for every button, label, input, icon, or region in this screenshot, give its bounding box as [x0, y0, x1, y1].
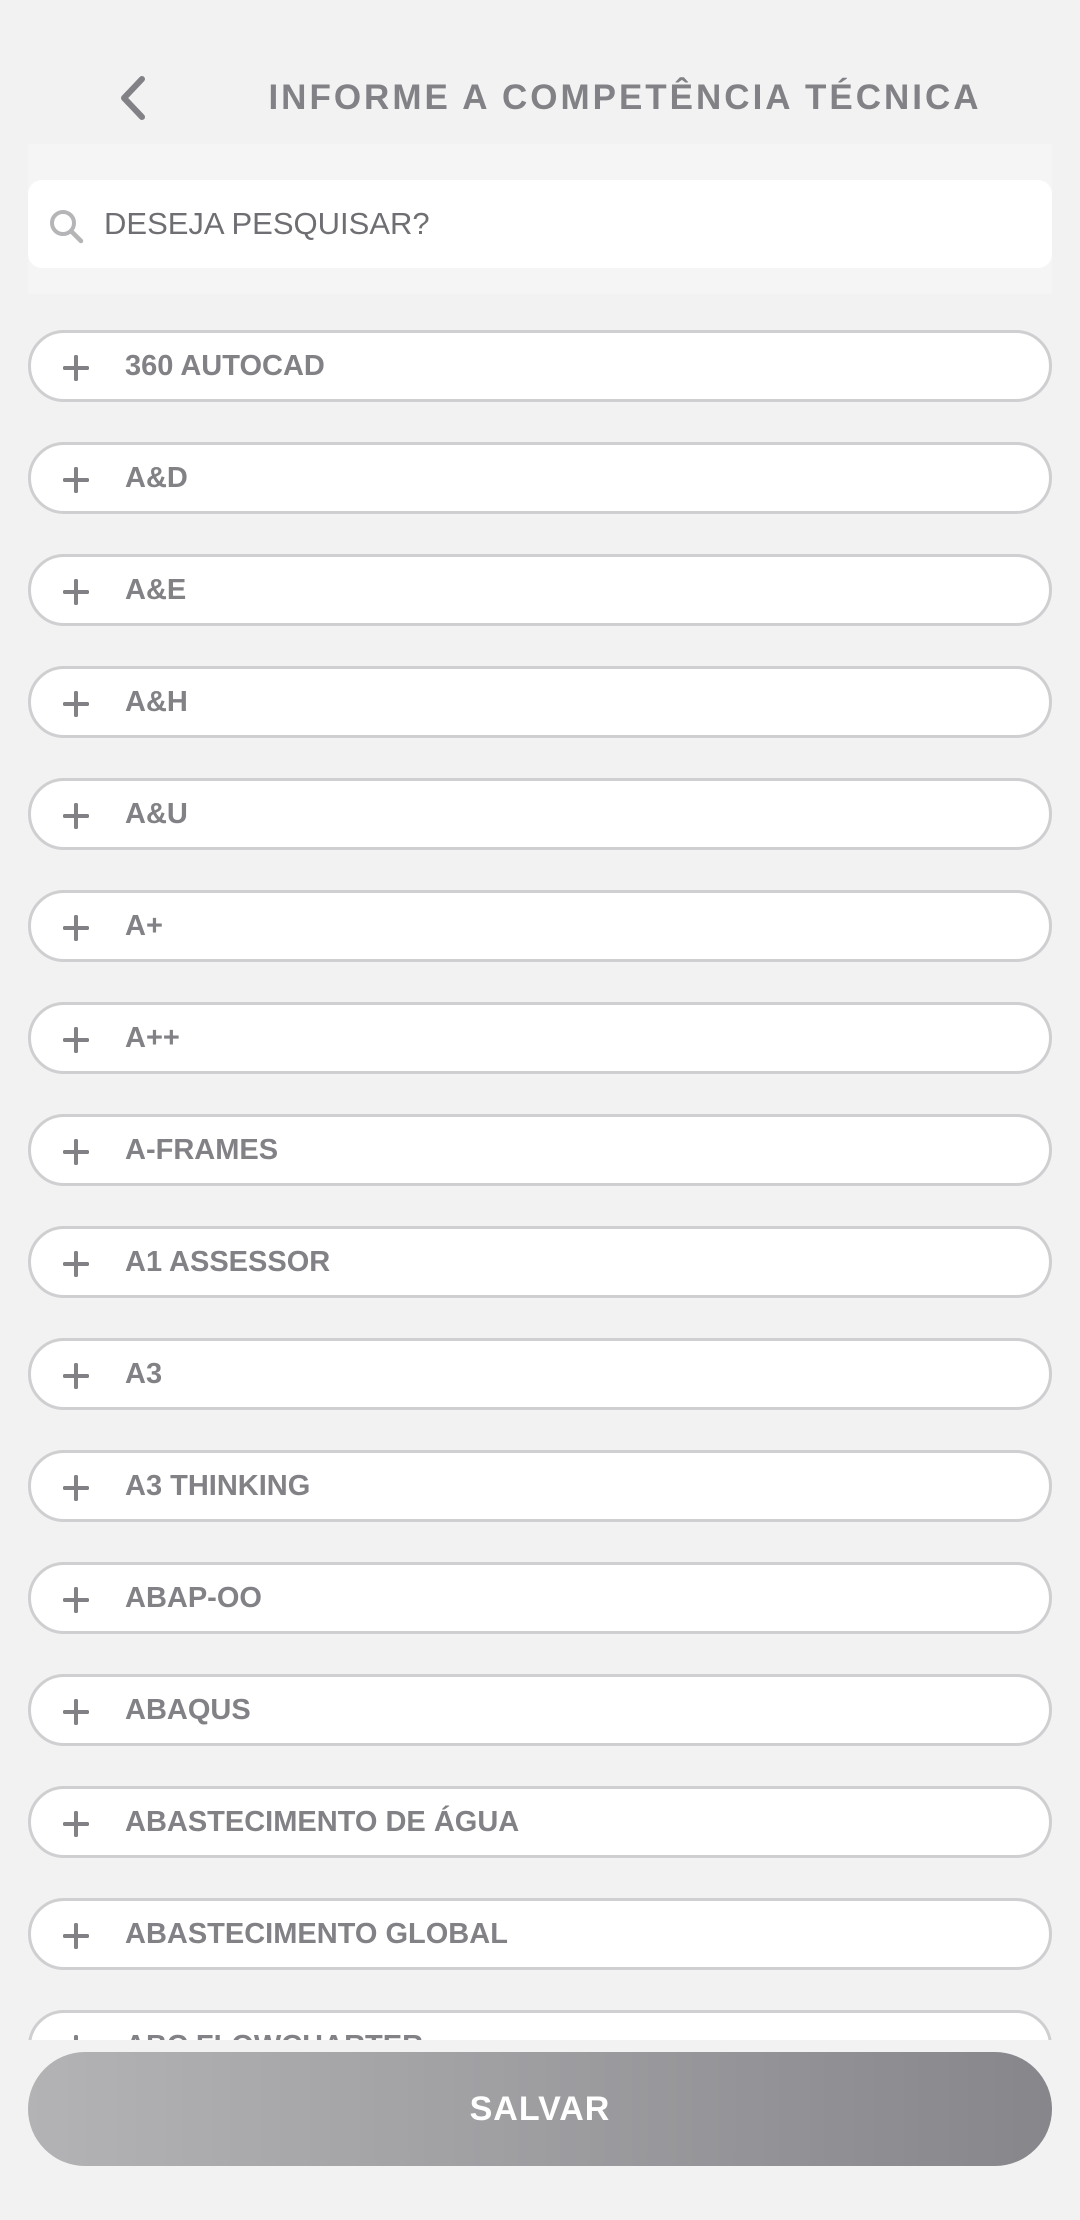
competency-list[interactable]: 360 AUTOCAD A&D A&E A&H A&U A+ A++ A-FRAMES A1 A… [28, 330, 1052, 2050]
screen: INFORME A COMPETÊNCIA TÉCNICA 360 AUTOCA… [0, 0, 1080, 2220]
save-button[interactable]: SALVAR [28, 2052, 1052, 2166]
list-item-label: ABASTECIMENTO DE ÁGUA [125, 1806, 520, 1838]
plus-icon [63, 1699, 89, 1725]
list-item-label: A3 [125, 1358, 163, 1390]
list-item[interactable]: A+ [28, 890, 1052, 962]
search-bar [28, 144, 1052, 294]
list-item-label: ABAQUS [125, 1694, 251, 1726]
plus-icon [63, 579, 89, 605]
search-icon [50, 210, 84, 244]
plus-icon [63, 691, 89, 717]
save-button-label: SALVAR [469, 2089, 611, 2128]
list-item[interactable]: 360 AUTOCAD [28, 330, 1052, 402]
list-item[interactable]: ABASTECIMENTO DE ÁGUA [28, 1786, 1052, 1858]
list-item-label: A3 THINKING [125, 1470, 311, 1502]
plus-icon [63, 1251, 89, 1277]
plus-icon [63, 1027, 89, 1053]
plus-icon [63, 1587, 89, 1613]
list-item[interactable]: ABAP-OO [28, 1562, 1052, 1634]
plus-icon [63, 915, 89, 941]
list-item[interactable]: ABAQUS [28, 1674, 1052, 1746]
list-item-label: A++ [125, 1022, 180, 1054]
list-item[interactable]: A&D [28, 442, 1052, 514]
list-item-label: A&U [125, 798, 188, 830]
list-item[interactable]: A&E [28, 554, 1052, 626]
list-item-label: A&E [125, 574, 187, 606]
back-button[interactable] [108, 70, 158, 126]
list-item-label: A-FRAMES [125, 1134, 279, 1166]
plus-icon [63, 1923, 89, 1949]
list-item-label: A&D [125, 462, 188, 494]
plus-icon [63, 1139, 89, 1165]
plus-icon [63, 1475, 89, 1501]
chevron-left-icon [121, 76, 145, 120]
list-item[interactable]: A&H [28, 666, 1052, 738]
list-item[interactable]: A++ [28, 1002, 1052, 1074]
plus-icon [63, 803, 89, 829]
list-item[interactable]: A1 ASSESSOR [28, 1226, 1052, 1298]
search-input[interactable] [104, 180, 1032, 268]
list-item-label: ABASTECIMENTO GLOBAL [125, 1918, 508, 1950]
list-item[interactable]: A3 THINKING [28, 1450, 1052, 1522]
search-box[interactable] [28, 180, 1052, 268]
plus-icon [63, 467, 89, 493]
list-item-label: ABAP-OO [125, 1582, 262, 1614]
page-title: INFORME A COMPETÊNCIA TÉCNICA [268, 78, 982, 117]
list-item-label: A+ [125, 910, 163, 942]
list-item[interactable]: A3 [28, 1338, 1052, 1410]
plus-icon [63, 355, 89, 381]
list-item-label: A&H [125, 686, 188, 718]
list-item[interactable]: A&U [28, 778, 1052, 850]
list-item-label: A1 ASSESSOR [125, 1246, 331, 1278]
list-item-label: 360 AUTOCAD [125, 350, 325, 382]
plus-icon [63, 1363, 89, 1389]
list-item[interactable]: A-FRAMES [28, 1114, 1052, 1186]
header: INFORME A COMPETÊNCIA TÉCNICA [0, 0, 1080, 140]
list-item[interactable]: ABASTECIMENTO GLOBAL [28, 1898, 1052, 1970]
plus-icon [63, 1811, 89, 1837]
